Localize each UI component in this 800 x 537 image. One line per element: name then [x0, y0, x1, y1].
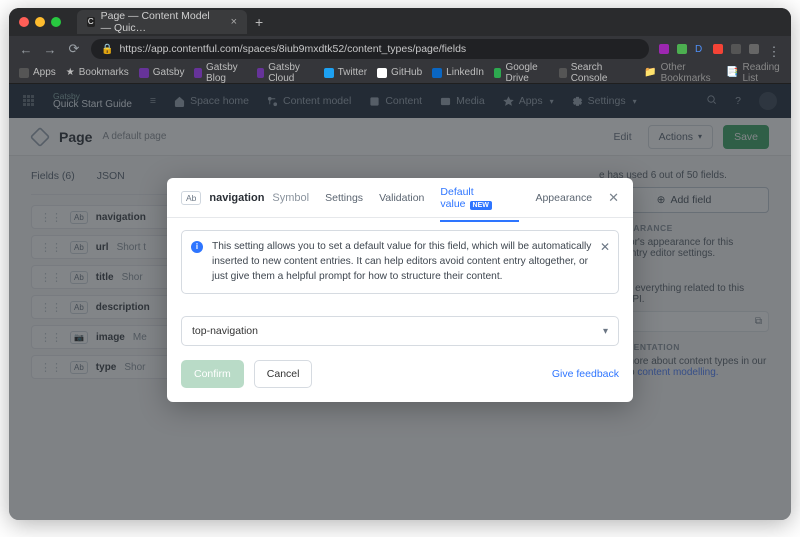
- tab-favicon: C: [87, 17, 95, 27]
- modal-footer: Confirm Cancel Give feedback: [167, 346, 633, 402]
- title-bar: C Page — Content Model — Quic… × +: [9, 8, 791, 36]
- nav-reload-icon[interactable]: ⟳: [67, 41, 81, 57]
- browser-tab[interactable]: C Page — Content Model — Quic… ×: [77, 10, 247, 34]
- close-window-icon[interactable]: [19, 17, 29, 27]
- ext-icon[interactable]: D: [695, 44, 705, 54]
- bookmark-item[interactable]: LinkedIn: [432, 67, 484, 78]
- tab-close-icon[interactable]: ×: [231, 16, 237, 28]
- cancel-button[interactable]: Cancel: [254, 360, 313, 388]
- minimize-window-icon[interactable]: [35, 17, 45, 27]
- extensions-menu-icon[interactable]: [731, 44, 741, 54]
- confirm-button[interactable]: Confirm: [181, 360, 244, 388]
- chevron-down-icon: ▾: [603, 326, 608, 337]
- info-notice: i This setting allows you to set a defau…: [181, 230, 619, 294]
- bookmark-item[interactable]: GitHub: [377, 67, 422, 78]
- tab-validation[interactable]: Validation: [379, 192, 424, 215]
- notice-close-icon[interactable]: ✕: [600, 239, 610, 256]
- tab-settings[interactable]: Settings: [325, 192, 363, 215]
- url-field[interactable]: 🔒 https://app.contentful.com/spaces/8iub…: [91, 39, 649, 59]
- bookmarks-bar: Apps ★ Bookmarks Gatsby Gatsby Blog Gats…: [9, 62, 791, 84]
- bookmark-item[interactable]: Gatsby Cloud: [257, 62, 314, 84]
- give-feedback-link[interactable]: Give feedback: [552, 368, 619, 380]
- default-value-select[interactable]: top-navigation ▾: [181, 316, 619, 346]
- ext-icon[interactable]: [713, 44, 723, 54]
- info-text: This setting allows you to set a default…: [212, 241, 591, 282]
- select-value: top-navigation: [192, 325, 258, 337]
- url-text: https://app.contentful.com/spaces/8iub9m…: [119, 43, 466, 55]
- tab-default-value[interactable]: Default valueNEW: [440, 186, 519, 222]
- field-settings-modal: Ab navigation Symbol Settings Validation…: [167, 178, 633, 402]
- bookmark-item[interactable]: Search Console: [559, 62, 624, 84]
- traffic-lights: [19, 17, 61, 27]
- bookmark-item[interactable]: Gatsby Blog: [194, 62, 246, 84]
- new-tab-button[interactable]: +: [255, 14, 263, 30]
- tab-appearance[interactable]: Appearance: [535, 192, 592, 215]
- tab-title: Page — Content Model — Quic…: [101, 10, 221, 34]
- extension-icons: D ⋮: [659, 44, 781, 54]
- modal-close-icon[interactable]: ✕: [608, 190, 619, 206]
- address-bar: ← → ⟳ 🔒 https://app.contentful.com/space…: [9, 36, 791, 62]
- browser-menu-icon[interactable]: ⋮: [767, 44, 781, 54]
- bookmark-item[interactable]: Google Drive: [494, 62, 549, 84]
- maximize-window-icon[interactable]: [51, 17, 61, 27]
- field-name: navigation: [209, 192, 264, 204]
- nav-back-icon[interactable]: ←: [19, 42, 33, 57]
- new-badge: NEW: [470, 201, 492, 210]
- other-bookmarks[interactable]: 📁 Other Bookmarks: [644, 62, 716, 84]
- modal-tabs: Settings Validation Default valueNEW App…: [325, 186, 592, 210]
- info-icon: i: [191, 241, 203, 253]
- field-type: Symbol: [272, 192, 309, 204]
- profile-avatar-icon[interactable]: [749, 44, 759, 54]
- ext-icon[interactable]: [659, 44, 669, 54]
- bookmark-item[interactable]: Gatsby: [139, 67, 185, 78]
- field-type-chip: Ab: [181, 191, 201, 205]
- browser-window: C Page — Content Model — Quic… × + ← → ⟳…: [9, 8, 791, 520]
- lock-icon: 🔒: [101, 44, 113, 55]
- apps-shortcut[interactable]: Apps: [19, 67, 56, 78]
- modal-header: Ab navigation Symbol Settings Validation…: [167, 178, 633, 218]
- nav-forward-icon[interactable]: →: [43, 42, 57, 57]
- bookmark-item[interactable]: ★ Bookmarks: [66, 67, 129, 78]
- bookmark-item[interactable]: Twitter: [324, 67, 367, 78]
- reading-list[interactable]: 📑 Reading List: [726, 62, 781, 84]
- ext-icon[interactable]: [677, 44, 687, 54]
- default-value-field: top-navigation ▾: [181, 316, 619, 346]
